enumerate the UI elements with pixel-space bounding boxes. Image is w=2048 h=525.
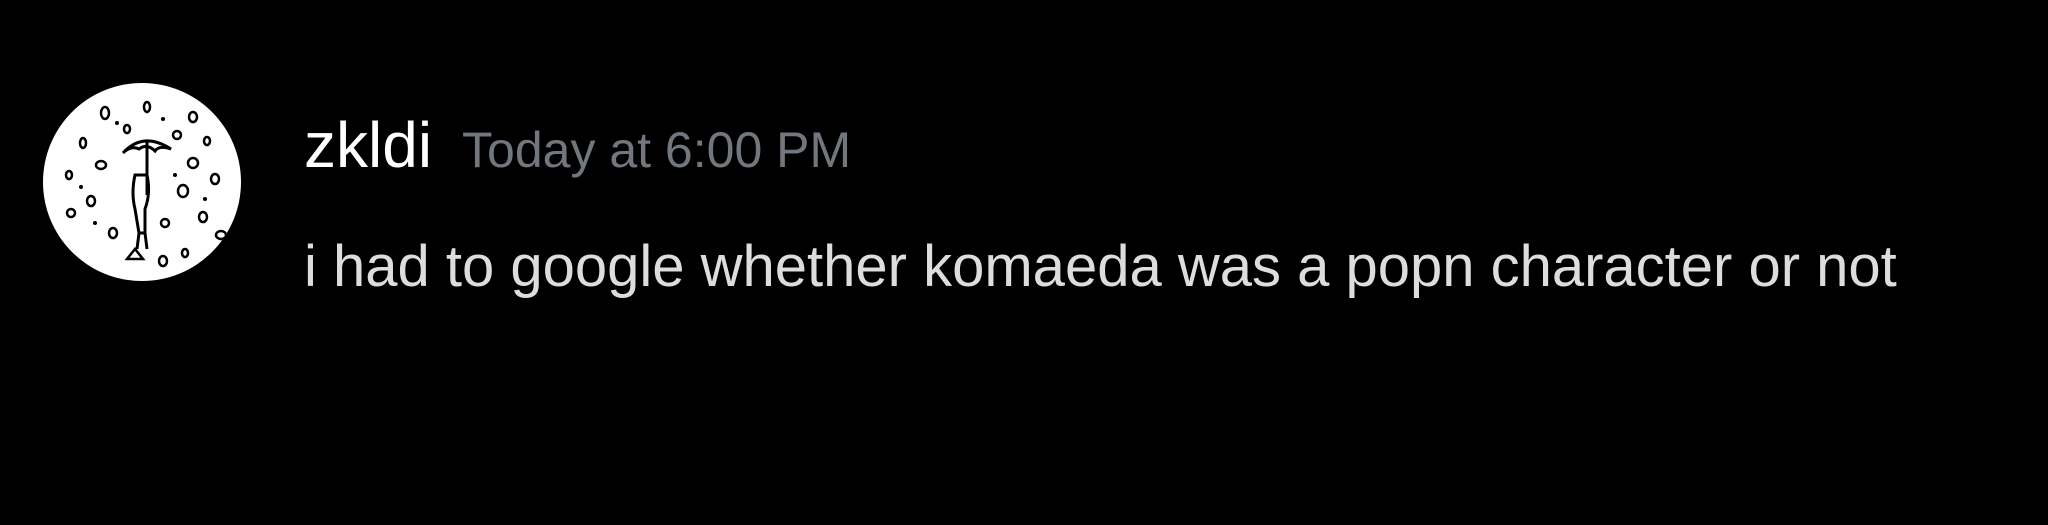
message-header: zkldi Today at 6:00 PM — [304, 108, 851, 181]
umbrella-rain-drawing-icon — [64, 100, 228, 268]
message-text: i had to google whether komaeda was a po… — [304, 234, 1897, 299]
timestamp[interactable]: Today at 6:00 PM — [462, 122, 851, 178]
user-avatar[interactable] — [43, 83, 241, 281]
username[interactable]: zkldi — [304, 109, 432, 181]
chat-message: zkldi Today at 6:00 PM i had to google wh… — [0, 0, 2048, 525]
